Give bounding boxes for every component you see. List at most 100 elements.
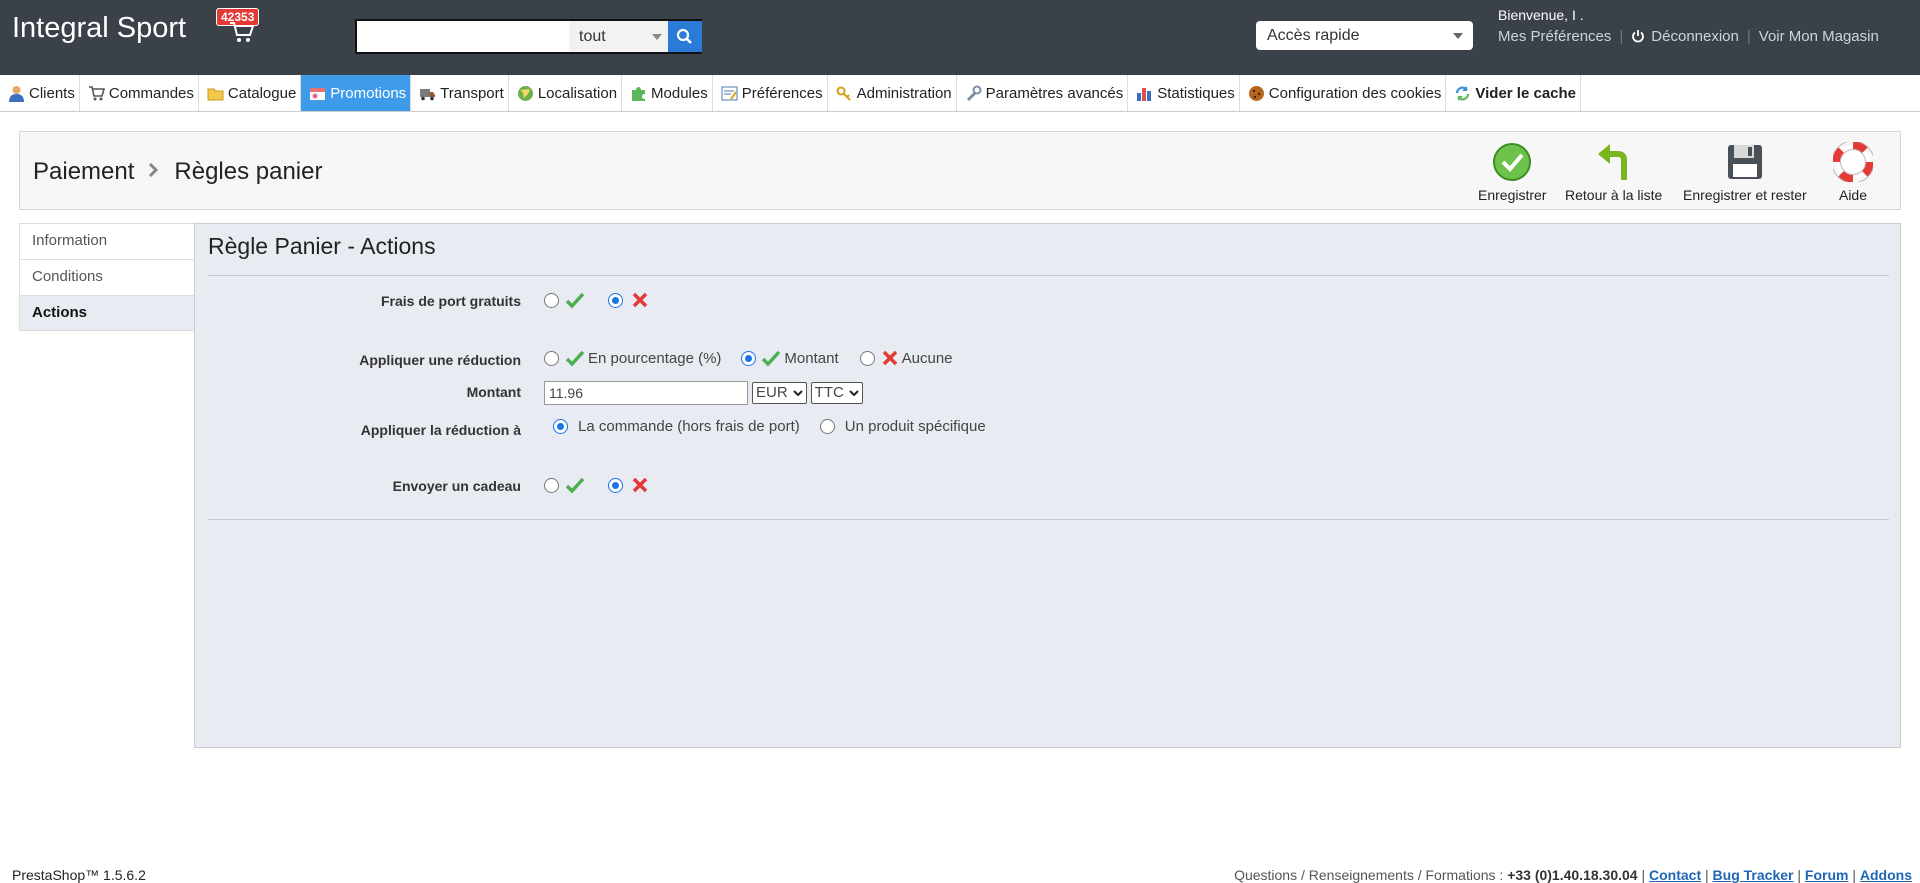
preferences-icon bbox=[721, 86, 738, 100]
search-icon bbox=[676, 28, 692, 44]
nav-item-label: Statistiques bbox=[1157, 84, 1235, 102]
refresh-icon bbox=[1456, 85, 1470, 101]
footer-contact: Questions / Renseignements / Formations … bbox=[1234, 867, 1912, 883]
clients-icon bbox=[9, 85, 24, 102]
amount-label: Montant bbox=[466, 384, 521, 400]
nav-item-clients[interactable]: Clients bbox=[0, 75, 80, 111]
quick-access-select[interactable]: Accès rapide bbox=[1256, 21, 1473, 50]
currency-select[interactable]: EUR bbox=[752, 382, 807, 404]
search-scope-select[interactable]: tout bbox=[569, 21, 668, 52]
tax-value: TTC bbox=[814, 384, 844, 401]
nav-item-administration[interactable]: Administration bbox=[828, 75, 957, 111]
cart-icon[interactable] bbox=[228, 20, 256, 44]
search-input[interactable] bbox=[357, 21, 567, 52]
footer-link-forum[interactable]: Forum bbox=[1805, 867, 1849, 883]
logout-link[interactable]: Déconnexion bbox=[1651, 28, 1739, 45]
footer-link-bug-tracker[interactable]: Bug Tracker bbox=[1713, 867, 1794, 883]
top-header: Integral Sport 42353 tout Accès rapide B… bbox=[0, 0, 1920, 75]
free-shipping-yes-radio[interactable] bbox=[544, 292, 559, 308]
nav-item-localisation[interactable]: Localisation bbox=[509, 75, 623, 111]
back-label: Retour à la liste bbox=[1565, 187, 1663, 203]
nav-item-transport[interactable]: Transport bbox=[411, 75, 509, 111]
preferences-link[interactable]: Mes Préférences bbox=[1498, 28, 1611, 45]
free-shipping-options bbox=[544, 291, 648, 309]
apply-to-options: La commande (hors frais de port) Un prod… bbox=[544, 418, 986, 435]
amount-controls: 11.96 EUR TTC bbox=[544, 381, 863, 405]
tax-select[interactable]: TTC bbox=[810, 382, 863, 404]
main-nav: Clients Commandes Catalogue Promotions T… bbox=[0, 75, 1920, 112]
folder-icon bbox=[207, 88, 224, 100]
save-and-stay-button[interactable]: Enregistrer et rester bbox=[1683, 142, 1807, 203]
truck-icon bbox=[420, 88, 436, 100]
nav-item-label: Localisation bbox=[537, 84, 618, 102]
amount-input[interactable]: 11.96 bbox=[544, 381, 748, 405]
page-toolbar: Paiement Règles panier Enregistrer Retour… bbox=[19, 131, 1901, 210]
nav-item-preferences[interactable]: Préférences bbox=[713, 75, 828, 111]
check-icon bbox=[565, 477, 585, 494]
footer-contact-prefix: Questions / Renseignements / Formations … bbox=[1234, 867, 1504, 883]
footer-link-addons[interactable]: Addons bbox=[1860, 867, 1912, 883]
nav-item-commandes[interactable]: Commandes bbox=[80, 75, 199, 111]
save-stay-label: Enregistrer et rester bbox=[1683, 187, 1807, 203]
globe-icon bbox=[517, 85, 533, 101]
search-scope-value: tout bbox=[579, 28, 606, 45]
apply-to-product-radio[interactable] bbox=[819, 419, 835, 434]
nav-item-clear-cache[interactable]: Vider le cache bbox=[1446, 75, 1582, 111]
shop-name[interactable]: Integral Sport bbox=[12, 12, 186, 45]
back-to-list-button[interactable]: Retour à la liste bbox=[1565, 142, 1662, 203]
nav-item-promotions[interactable]: Promotions bbox=[301, 75, 412, 111]
nav-item-label: Administration bbox=[856, 84, 952, 102]
wrench-icon bbox=[966, 85, 982, 101]
cookie-icon bbox=[1248, 85, 1264, 101]
promotions-icon bbox=[310, 87, 326, 100]
tab-conditions[interactable]: Conditions bbox=[19, 259, 195, 295]
currency-value: EUR bbox=[756, 384, 788, 401]
gift-no-radio[interactable] bbox=[608, 477, 623, 493]
nav-item-catalogue[interactable]: Catalogue bbox=[199, 75, 302, 111]
nav-item-label: Paramètres avancés bbox=[985, 84, 1124, 102]
nav-item-label: Transport bbox=[440, 84, 504, 102]
breadcrumb-item: Règles panier bbox=[174, 158, 323, 185]
gift-label: Envoyer un cadeau bbox=[392, 478, 521, 494]
apply-to-product-label: Un produit spécifique bbox=[844, 418, 986, 435]
chevron-down-icon bbox=[849, 389, 859, 396]
check-circle-icon bbox=[1493, 143, 1532, 181]
tab-information[interactable]: Information bbox=[19, 223, 195, 259]
reduction-label: Appliquer une réduction bbox=[359, 352, 521, 368]
view-shop-link[interactable]: Voir Mon Magasin bbox=[1759, 28, 1879, 45]
free-shipping-label: Frais de port gratuits bbox=[380, 293, 521, 309]
reduction-none-label: Aucune bbox=[901, 349, 953, 367]
nav-item-label: Configuration des cookies bbox=[1268, 84, 1442, 102]
gift-options bbox=[544, 476, 648, 494]
nav-item-modules[interactable]: Modules bbox=[622, 75, 713, 111]
welcome-text: Bienvenue, I . bbox=[1498, 7, 1584, 23]
divider bbox=[208, 275, 1889, 276]
free-shipping-no-radio[interactable] bbox=[608, 292, 623, 308]
panel-title: Règle Panier - Actions bbox=[208, 233, 436, 259]
reduction-amount-radio[interactable] bbox=[741, 350, 757, 366]
nav-item-cookies[interactable]: Configuration des cookies bbox=[1240, 75, 1447, 111]
header-links: Mes Préférences | Déconnexion | Voir Mon Mag… bbox=[1498, 28, 1879, 45]
gift-yes-radio[interactable] bbox=[544, 477, 559, 493]
footer-link-contact[interactable]: Contact bbox=[1649, 867, 1701, 883]
help-button[interactable]: Aide bbox=[1831, 140, 1875, 203]
cross-icon bbox=[632, 292, 648, 308]
reduction-percent-radio[interactable] bbox=[544, 350, 559, 366]
nav-item-statistiques[interactable]: Statistiques bbox=[1128, 75, 1240, 111]
nav-item-label: Promotions bbox=[330, 84, 407, 102]
search-box: tout bbox=[355, 19, 702, 54]
save-button[interactable]: Enregistrer bbox=[1478, 142, 1546, 203]
chevron-down-icon bbox=[652, 34, 662, 40]
cross-icon bbox=[632, 477, 648, 493]
apply-to-label: Appliquer la réduction à bbox=[360, 422, 521, 438]
breadcrumb-item[interactable]: Paiement bbox=[33, 158, 134, 185]
reduction-amount-label: Montant bbox=[784, 349, 839, 367]
reduction-none-radio[interactable] bbox=[859, 350, 875, 366]
cross-icon bbox=[882, 350, 897, 366]
actions-panel: Règle Panier - Actions Frais de port gra… bbox=[194, 223, 1901, 748]
footer-version: PrestaShop™ 1.5.6.2 bbox=[12, 867, 146, 883]
reduction-options: En pourcentage (%) Montant Aucune bbox=[544, 349, 953, 367]
nav-item-parametres-avances[interactable]: Paramètres avancés bbox=[957, 75, 1129, 111]
search-button[interactable] bbox=[668, 21, 702, 52]
apply-to-order-radio[interactable] bbox=[553, 419, 568, 434]
